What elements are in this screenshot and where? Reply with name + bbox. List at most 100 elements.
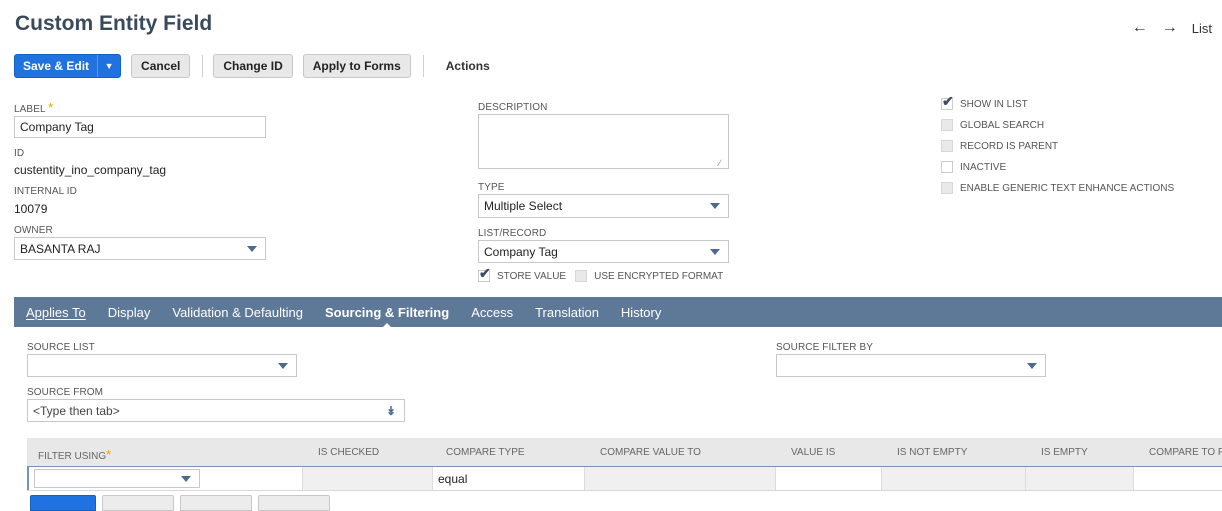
owner-value: BASANTA RAJ [20, 241, 101, 256]
table-row: equal [27, 466, 1222, 491]
row-remove-button[interactable] [258, 495, 330, 511]
inactive-label: INACTIVE [960, 161, 1007, 173]
label-text: LABEL [14, 104, 46, 115]
change-id-button[interactable]: Change ID [213, 54, 293, 78]
tab-display[interactable]: Display [108, 305, 151, 320]
source-list-label: SOURCE LIST [27, 342, 95, 353]
option-enable-generic-text: ENABLE GENERIC TEXT ENHANCE ACTIONS [941, 182, 1174, 194]
tab-translation[interactable]: Translation [535, 305, 599, 320]
enable-generic-text-checkbox[interactable] [941, 182, 953, 194]
option-record-is-parent: RECORD IS PARENT [941, 140, 1174, 152]
show-in-list-checkbox[interactable]: ✔ [941, 94, 954, 110]
required-asterisk: * [106, 447, 112, 462]
apply-to-forms-button[interactable]: Apply to Forms [302, 54, 411, 78]
toolbar-divider [202, 55, 204, 77]
type-select[interactable]: Multiple Select [478, 194, 729, 218]
save-edit-button[interactable]: Save & Edit ▼ [14, 54, 122, 78]
toolbar: Save & Edit ▼ Cancel Change ID Apply to … [14, 53, 490, 79]
source-from-input[interactable]: <Type then tab> ↡ [27, 399, 405, 422]
filter-table-header: FILTER USING* IS CHECKED COMPARE TYPE CO… [27, 438, 1222, 466]
col-filter-using: FILTER USING* [38, 447, 111, 462]
option-show-in-list: ✔ SHOW IN LIST [941, 94, 1174, 110]
source-filter-by-label: SOURCE FILTER BY [776, 342, 873, 353]
actions-menu[interactable]: Actions [446, 59, 490, 73]
description-textarea[interactable] [478, 114, 729, 169]
cell-is-empty[interactable] [1026, 467, 1134, 490]
tab-access[interactable]: Access [471, 305, 513, 320]
cell-is-not-empty[interactable] [882, 467, 1026, 490]
save-edit-label[interactable]: Save & Edit [15, 55, 97, 77]
store-value-checkbox[interactable]: ✔ [478, 266, 491, 282]
tab-history[interactable]: History [621, 305, 661, 320]
internal-id-value: 10079 [14, 202, 48, 216]
resize-handle-icon[interactable]: ∕ [719, 159, 721, 168]
cell-compare-value-to[interactable] [585, 467, 776, 490]
type-label: TYPE [478, 182, 505, 193]
options-group: ✔ SHOW IN LIST GLOBAL SEARCH RECORD IS P… [941, 94, 1174, 194]
record-is-parent-label: RECORD IS PARENT [960, 140, 1059, 152]
owner-select[interactable]: BASANTA RAJ [14, 237, 266, 260]
forward-arrow-icon[interactable]: → [1162, 20, 1178, 36]
compare-type-value: equal [438, 472, 468, 486]
dropdown-caret-icon[interactable] [1027, 362, 1037, 369]
store-value-row: ✔ STORE VALUE USE ENCRYPTED FORMAT [478, 266, 724, 282]
dropdown-caret-icon[interactable] [710, 203, 720, 209]
dropdown-caret-icon[interactable] [247, 245, 257, 252]
cell-is-checked[interactable] [303, 467, 433, 490]
list-link[interactable]: List [1192, 21, 1212, 36]
cancel-button[interactable]: Cancel [131, 54, 191, 78]
record-nav: ← → List [1132, 20, 1212, 36]
col-filter-using-text: FILTER USING [38, 451, 107, 462]
checkmark-icon: ✔ [479, 265, 491, 281]
tab-sourcing-filtering[interactable]: Sourcing & Filtering [325, 305, 449, 329]
toolbar-divider [422, 55, 424, 77]
label-input[interactable]: Company Tag [14, 116, 266, 138]
dropdown-caret-icon[interactable] [181, 475, 191, 482]
row-insert-button[interactable] [180, 495, 252, 511]
col-is-checked: IS CHECKED [318, 447, 380, 458]
cell-compare-type[interactable]: equal [433, 467, 585, 490]
use-encrypted-label: USE ENCRYPTED FORMAT [594, 270, 724, 282]
show-in-list-label: SHOW IN LIST [960, 98, 1028, 110]
cell-compare-to-field[interactable] [1134, 467, 1222, 490]
description-label: DESCRIPTION [478, 102, 548, 113]
col-compare-to-field: COMPARE TO FI [1149, 447, 1222, 458]
label-field-label: LABEL * [14, 100, 53, 115]
save-dropdown-caret-icon[interactable]: ▼ [97, 55, 120, 77]
row-action-buttons [30, 495, 330, 511]
use-encrypted-checkbox[interactable] [575, 270, 588, 282]
subtab-bar: Applies To Display Validation & Defaulti… [14, 297, 1222, 329]
source-from-label: SOURCE FROM [27, 387, 104, 398]
tab-validation-defaulting[interactable]: Validation & Defaulting [172, 305, 303, 320]
cell-filter-using [27, 467, 303, 490]
double-chevron-down-icon[interactable]: ↡ [386, 404, 396, 418]
dropdown-caret-icon[interactable] [710, 248, 720, 255]
back-arrow-icon[interactable]: ← [1132, 20, 1148, 36]
type-value: Multiple Select [484, 199, 563, 213]
record-is-parent-checkbox[interactable] [941, 140, 953, 152]
inactive-checkbox[interactable] [941, 161, 953, 173]
cell-value-is[interactable] [776, 467, 882, 490]
enable-generic-text-label: ENABLE GENERIC TEXT ENHANCE ACTIONS [960, 182, 1175, 194]
source-filter-by-select[interactable] [776, 354, 1046, 377]
source-from-placeholder: <Type then tab> [33, 403, 120, 418]
global-search-label: GLOBAL SEARCH [960, 119, 1045, 131]
id-value: custentity_ino_company_tag [14, 163, 167, 177]
source-list-select[interactable] [27, 354, 297, 377]
owner-label: OWNER [14, 225, 53, 236]
global-search-checkbox[interactable] [941, 119, 953, 131]
store-value-label: STORE VALUE [497, 270, 567, 282]
col-is-not-empty: IS NOT EMPTY [897, 447, 968, 458]
dropdown-caret-icon[interactable] [278, 362, 288, 369]
col-is-empty: IS EMPTY [1041, 447, 1088, 458]
list-record-select[interactable]: Company Tag [478, 240, 729, 263]
page-title: Custom Entity Field [15, 12, 213, 35]
row-add-button[interactable] [30, 495, 96, 511]
col-value-is: VALUE IS [791, 447, 836, 458]
filter-using-select[interactable] [34, 469, 200, 488]
id-label: ID [14, 148, 25, 159]
row-cancel-button[interactable] [102, 495, 174, 511]
option-global-search: GLOBAL SEARCH [941, 119, 1174, 131]
list-record-value: Company Tag [484, 244, 558, 259]
tab-applies-to[interactable]: Applies To [26, 305, 86, 320]
